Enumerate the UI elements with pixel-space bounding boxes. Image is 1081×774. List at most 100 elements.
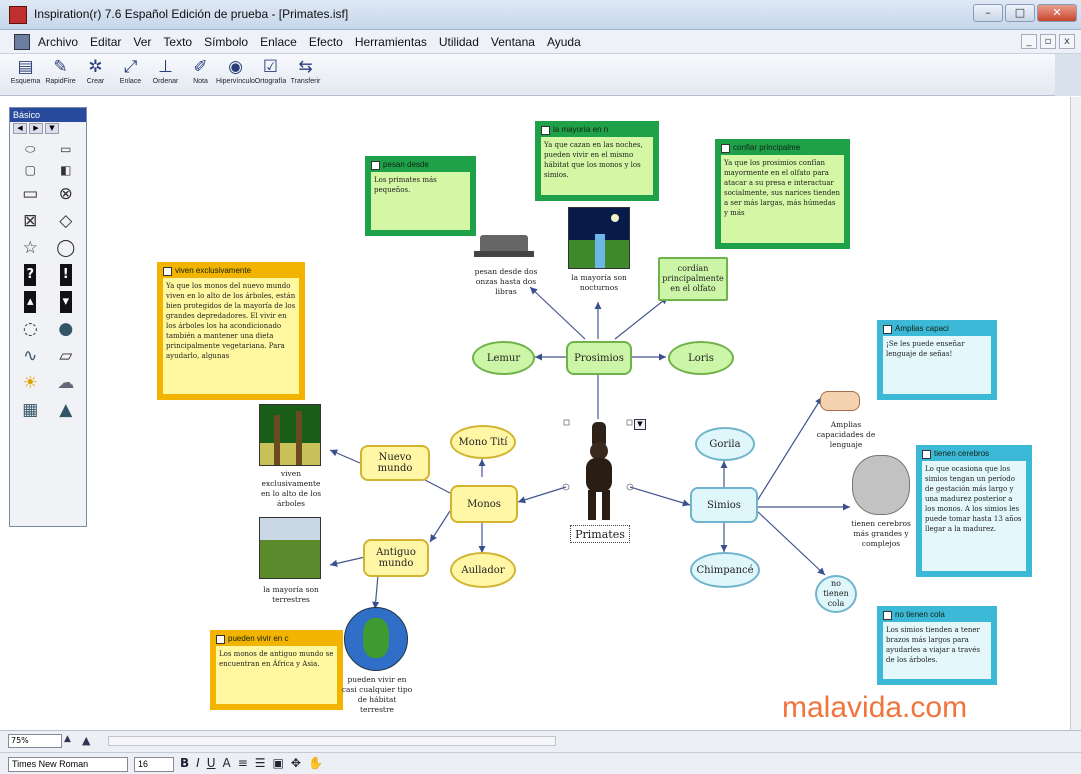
outline-button[interactable]: ▤ Esquema xyxy=(8,56,43,94)
minimize-button[interactable]: – xyxy=(973,4,1003,22)
underline-button[interactable]: U xyxy=(207,756,216,770)
font-select[interactable]: Times New Roman xyxy=(8,757,128,772)
palette-next-button[interactable]: ▶ xyxy=(29,123,43,134)
text-color-icon[interactable]: A xyxy=(223,756,231,770)
node-mono-titi[interactable]: Mono Tití xyxy=(450,425,516,459)
document-icon[interactable] xyxy=(14,34,30,50)
note-africa[interactable]: pueden vivir en c Los monos de antiguo m… xyxy=(210,630,343,710)
close-button[interactable]: ✕ xyxy=(1037,4,1077,22)
arrange-button[interactable]: ⊥ Ordenar xyxy=(148,56,183,94)
cross-oval-icon[interactable]: ⊗ xyxy=(52,182,80,206)
note-mayoria[interactable]: la mayoría en n Ya que cazan en las noch… xyxy=(535,121,659,201)
menu-enlace[interactable]: Enlace xyxy=(260,35,297,49)
calculator-icon[interactable]: ▦ xyxy=(16,398,44,422)
globe-icon[interactable]: ● xyxy=(52,317,80,341)
create-button[interactable]: ✲ Crear xyxy=(78,56,113,94)
main-topic-primates[interactable]: Primates xyxy=(570,525,630,543)
down-block-icon[interactable]: ▾ xyxy=(52,290,80,314)
doc-minimize-button[interactable]: _ xyxy=(1021,34,1037,49)
horizontal-scrollbar[interactable] xyxy=(108,736,556,746)
note-amplias[interactable]: Amplias capaci ¡Se les puede enseñar len… xyxy=(877,320,997,400)
cloud-icon[interactable]: ☁ xyxy=(52,371,80,395)
note-viven[interactable]: viven exclusivamente Ya que los monos de… xyxy=(157,262,305,400)
globe-image[interactable] xyxy=(344,607,408,671)
spacing-icon[interactable]: ☰ xyxy=(255,756,266,770)
node-no-tienen-cola[interactable]: no tienen cola xyxy=(815,575,857,613)
jungle-image[interactable] xyxy=(259,404,321,466)
menu-ventana[interactable]: Ventana xyxy=(491,35,535,49)
wide-rectangle-icon[interactable]: ▭ xyxy=(16,182,44,206)
note-pesan[interactable]: pesan desde Los primates más pequeños. xyxy=(365,156,476,236)
node-loris[interactable]: Loris xyxy=(668,341,734,375)
diagram-canvas[interactable]: Básico ◀ ▶ ▼ ⬭ ▭ ▢ ◧ ▭ ⊗ ⊠ ◇ ☆ ◯ ? ! ▴ ▾… xyxy=(0,97,1070,730)
vertical-scrollbar[interactable] xyxy=(1070,97,1081,730)
cross-rectangle-icon[interactable]: ⊠ xyxy=(16,209,44,233)
node-aullador[interactable]: Aullador xyxy=(450,552,516,588)
hand-icon[interactable]: ✋ xyxy=(308,756,323,770)
fill-color-icon[interactable]: ▣ xyxy=(273,756,284,770)
link-button[interactable]: ⤢ Enlace xyxy=(113,56,148,94)
font-size-select[interactable]: 16 xyxy=(134,757,174,772)
zoom-field[interactable]: 75% xyxy=(8,734,62,748)
brain-image[interactable] xyxy=(852,455,910,515)
transfer-button[interactable]: ⇆ Transferir xyxy=(288,56,323,94)
node-monos[interactable]: Monos xyxy=(450,485,518,523)
palette-menu-button[interactable]: ▼ xyxy=(45,123,59,134)
node-chimpance[interactable]: Chimpancé xyxy=(690,552,760,588)
move-icon[interactable]: ✥ xyxy=(291,756,301,770)
bold-button[interactable]: B xyxy=(180,756,189,770)
book-icon[interactable]: ▱ xyxy=(52,344,80,368)
oval-shape-icon[interactable]: ⬭ xyxy=(16,140,44,158)
align-icon[interactable]: ≡ xyxy=(238,756,248,770)
toggle-shape-icon[interactable]: ◧ xyxy=(52,161,80,179)
spell-check-button[interactable]: ☑ Ortografía xyxy=(253,56,288,94)
note-cola[interactable]: no tienen cola Los simios tienden a tene… xyxy=(877,606,997,685)
menu-ver[interactable]: Ver xyxy=(133,35,151,49)
rectangle-shape-icon[interactable]: ▭ xyxy=(52,140,80,158)
chimpanzee-image[interactable] xyxy=(570,422,628,522)
up-block-icon[interactable]: ▴ xyxy=(16,290,44,314)
doc-close-button[interactable]: x xyxy=(1059,34,1075,49)
node-prosimios[interactable]: Prosimios xyxy=(566,341,632,375)
question-block-icon[interactable]: ? xyxy=(16,263,44,287)
zoom-in-icon[interactable]: ▲ xyxy=(82,734,100,748)
node-antiguo-mundo[interactable]: Antiguo mundo xyxy=(363,539,429,577)
menu-archivo[interactable]: Archivo xyxy=(38,35,78,49)
palette-prev-button[interactable]: ◀ xyxy=(13,123,27,134)
rounded-shape-icon[interactable]: ▢ xyxy=(16,161,44,179)
note-button[interactable]: ✐ Nota xyxy=(183,56,218,94)
menu-texto[interactable]: Texto xyxy=(163,35,192,49)
menu-herramientas[interactable]: Herramientas xyxy=(355,35,427,49)
node-options-button[interactable]: ▼ xyxy=(634,419,646,430)
diamond-icon[interactable]: ◇ xyxy=(52,209,80,233)
node-simios[interactable]: Simios xyxy=(690,487,758,523)
lightbulb-icon[interactable]: ◌ xyxy=(16,317,44,341)
speech-bubble-icon[interactable]: ◯ xyxy=(52,236,80,260)
doc-restore-button[interactable]: ▫ xyxy=(1040,34,1056,49)
node-cordan[interactable]: cordían principalmente en el olfato xyxy=(658,257,728,301)
menu-simbolo[interactable]: Símbolo xyxy=(204,35,248,49)
menu-editar[interactable]: Editar xyxy=(90,35,121,49)
hand-image[interactable] xyxy=(820,385,870,415)
node-nuevo-mundo[interactable]: Nuevo mundo xyxy=(360,445,430,481)
menu-efecto[interactable]: Efecto xyxy=(309,35,343,49)
mountain-icon[interactable]: ▲ xyxy=(52,398,80,422)
note-cerebros[interactable]: tienen cerebros Lo que ocasiona que los … xyxy=(916,445,1032,577)
rapidfire-button[interactable]: ✎ RapidFire xyxy=(43,56,78,94)
microscope-icon[interactable]: ∿ xyxy=(16,344,44,368)
node-gorila[interactable]: Gorila xyxy=(695,427,755,461)
menu-utilidad[interactable]: Utilidad xyxy=(439,35,479,49)
hyperlink-button[interactable]: ◉ Hipervínculo xyxy=(216,56,255,94)
sun-icon[interactable]: ☀ xyxy=(16,371,44,395)
italic-button[interactable]: I xyxy=(196,756,200,770)
savanna-image[interactable] xyxy=(259,517,321,579)
node-lemur[interactable]: Lemur xyxy=(472,341,535,375)
star-icon[interactable]: ☆ xyxy=(16,236,44,260)
note-confiar[interactable]: confiar principalme Ya que los prosimios… xyxy=(715,139,850,249)
maximize-button[interactable]: □ xyxy=(1005,4,1035,22)
night-landscape-image[interactable] xyxy=(568,207,630,269)
exclamation-block-icon[interactable]: ! xyxy=(52,263,80,287)
menu-ayuda[interactable]: Ayuda xyxy=(547,35,581,49)
scale-image[interactable] xyxy=(474,229,534,261)
zoom-out-icon[interactable]: ▲ xyxy=(64,734,82,748)
